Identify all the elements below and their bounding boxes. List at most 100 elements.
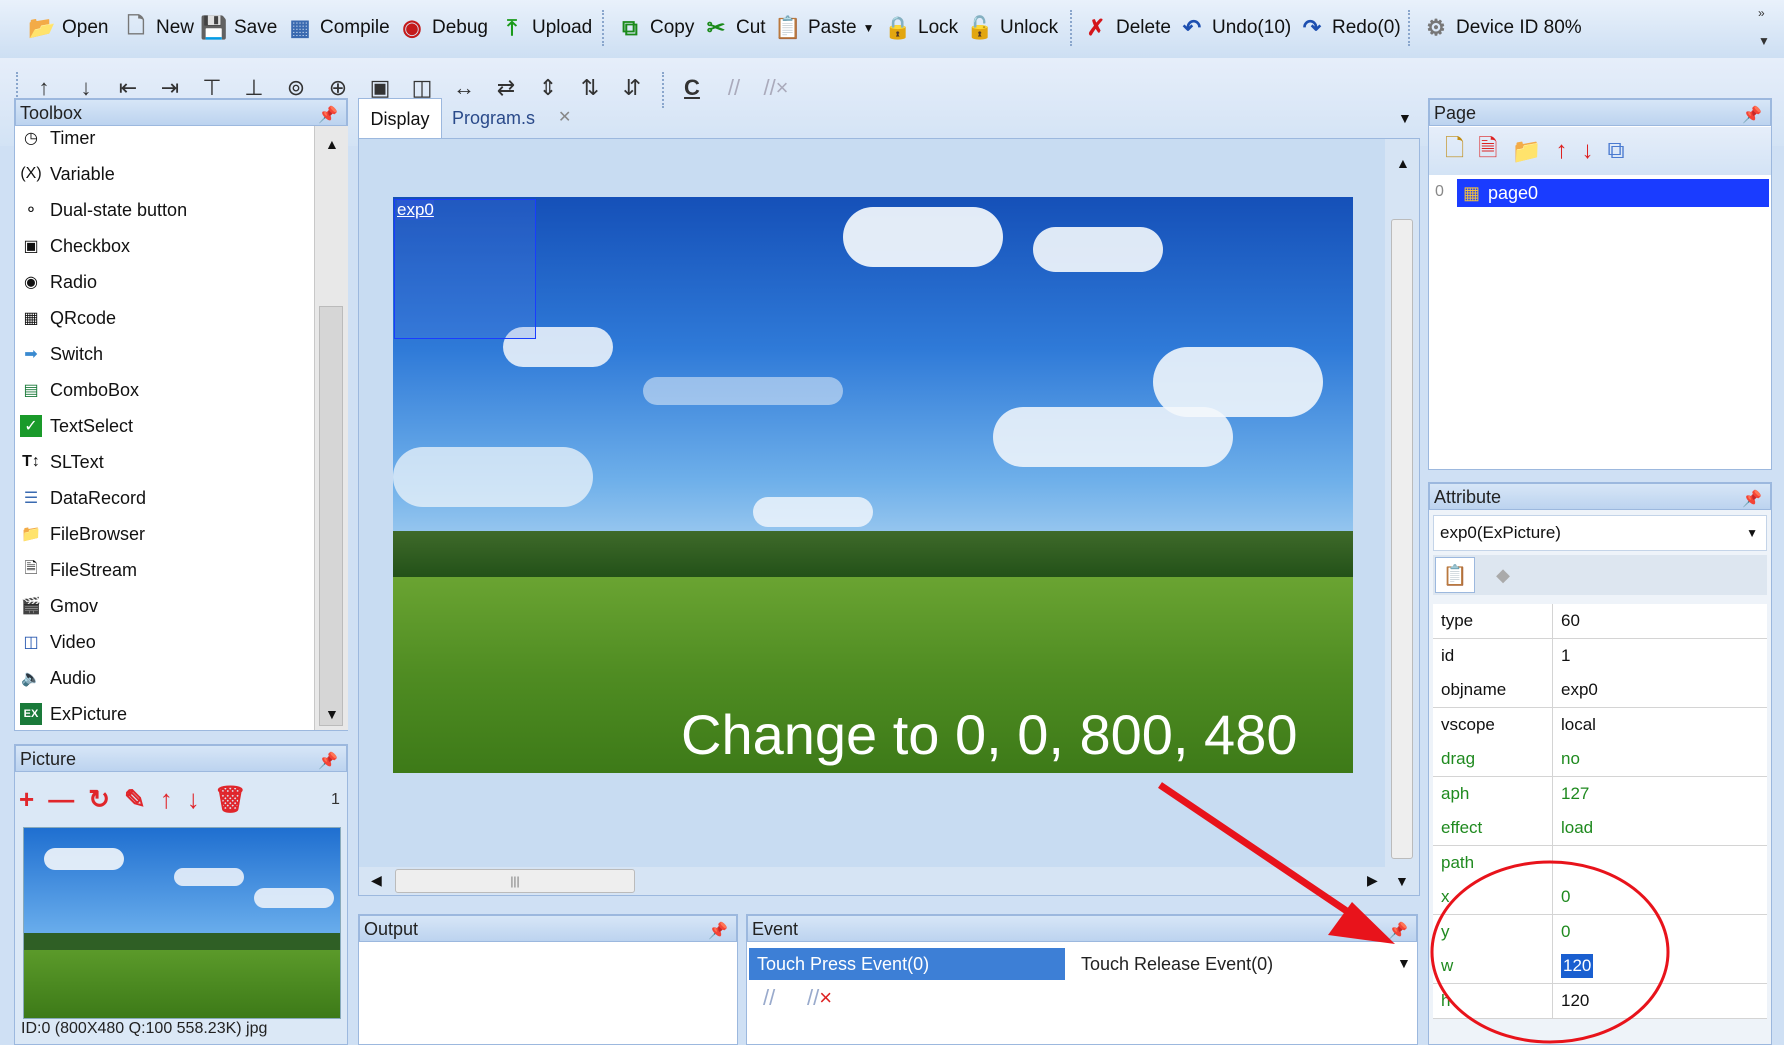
- canvas-hscrollbar[interactable]: ◀ ||| ▶ ▼: [359, 867, 1419, 895]
- paste-button[interactable]: 📋 Paste ▼: [774, 8, 874, 48]
- tab-touch-release[interactable]: Touch Release Event(0): [1073, 948, 1373, 980]
- pin-icon[interactable]: 📌: [708, 918, 728, 945]
- scroll-down-icon[interactable]: ▼: [325, 706, 339, 722]
- toolbox-item-variable[interactable]: (X) Variable: [20, 158, 114, 190]
- edit-icon[interactable]: ✎: [124, 784, 146, 815]
- toolbox-item-radio[interactable]: ◉ Radio: [20, 266, 97, 298]
- scroll-thumb[interactable]: |||: [395, 869, 635, 893]
- toolbox-item-combobox[interactable]: ▤ ComboBox: [20, 374, 139, 406]
- tab-touch-press[interactable]: Touch Press Event(0): [749, 948, 1065, 980]
- attr-value[interactable]: local: [1561, 708, 1596, 742]
- chevron-down-icon[interactable]: ▼: [863, 21, 875, 35]
- uncomment-icon[interactable]: //×: [807, 985, 832, 1011]
- toolbox-item-textselect[interactable]: ✓ TextSelect: [20, 410, 133, 442]
- add-page-icon[interactable]: 🗋: [1445, 131, 1464, 172]
- delete-button[interactable]: ✗ Delete: [1082, 8, 1171, 48]
- attr-row-drag[interactable]: drag no: [1433, 742, 1767, 777]
- upload-button[interactable]: ⤒ Upload: [498, 8, 592, 48]
- attr-row-x[interactable]: x0: [1433, 880, 1767, 915]
- attr-row-id[interactable]: id 1: [1433, 638, 1767, 674]
- toolbox-item-filebrowser[interactable]: 📁 FileBrowser: [20, 518, 145, 550]
- attr-value[interactable]: 127: [1561, 777, 1589, 811]
- attr-value[interactable]: 120: [1561, 984, 1589, 1018]
- attr-row-path[interactable]: path: [1433, 845, 1767, 881]
- page-item[interactable]: ▦ page0: [1457, 179, 1769, 207]
- debug-button[interactable]: ◉ Debug: [398, 8, 488, 48]
- page-down-icon[interactable]: ↓: [1581, 137, 1593, 165]
- attr-row-h[interactable]: h 120: [1433, 983, 1767, 1019]
- properties-icon[interactable]: 📋: [1435, 557, 1475, 593]
- arrow-down-icon[interactable]: ↓: [187, 784, 200, 815]
- attr-row-aph[interactable]: aph 127: [1433, 776, 1767, 812]
- refresh-icon[interactable]: ↻: [88, 784, 110, 815]
- scroll-left-icon[interactable]: ◀: [371, 872, 382, 889]
- tab-menu-chevron-icon[interactable]: ▼: [1398, 110, 1412, 126]
- toolbox-item-audio[interactable]: 🔈 Audio: [20, 662, 96, 694]
- exp0-object[interactable]: exp0: [394, 199, 536, 339]
- display-canvas[interactable]: exp0 Change to 0, 0, 800, 480: [393, 197, 1353, 773]
- attr-row-type[interactable]: type 60: [1433, 604, 1767, 639]
- toolbox-item-checkbox[interactable]: ▣ Checkbox: [20, 230, 130, 262]
- toolbox-item-expicture[interactable]: EX ExPicture: [20, 698, 127, 730]
- attr-row-effect[interactable]: effect load: [1433, 811, 1767, 846]
- copy-page-icon[interactable]: ⧉: [1607, 137, 1624, 165]
- insert-page-icon[interactable]: 📁: [1512, 137, 1542, 166]
- toolbox-item-timer[interactable]: ◷ Timer: [20, 122, 95, 154]
- events-icon[interactable]: ◆: [1483, 557, 1523, 593]
- attr-value[interactable]: 120: [1561, 954, 1594, 978]
- page-up-icon[interactable]: ↑: [1555, 137, 1567, 165]
- pin-icon[interactable]: 📌: [318, 748, 338, 775]
- scroll-down-icon[interactable]: ▼: [1395, 873, 1409, 889]
- remove-icon[interactable]: —: [48, 784, 74, 815]
- pin-icon[interactable]: 📌: [1742, 486, 1762, 513]
- pin-icon[interactable]: 📌: [1742, 102, 1762, 129]
- tab-display[interactable]: Display: [358, 98, 442, 139]
- picture-thumbnail[interactable]: [23, 827, 341, 1019]
- save-button[interactable]: 💾 Save: [200, 8, 277, 48]
- attr-value[interactable]: no: [1561, 742, 1580, 776]
- toolbox-scrollbar[interactable]: ▲ ▼: [314, 126, 348, 730]
- toolbox-item-qrcode[interactable]: ▦ QRcode: [20, 302, 116, 334]
- scroll-up-icon[interactable]: ▲: [325, 136, 339, 152]
- redo-button[interactable]: ↷ Redo(0): [1298, 8, 1401, 48]
- device-id-button[interactable]: ⚙ Device ID 80%: [1422, 8, 1582, 48]
- add-icon[interactable]: +: [19, 784, 34, 815]
- delete-page-icon[interactable]: 🗎: [1478, 131, 1497, 172]
- attr-value[interactable]: load: [1561, 811, 1593, 845]
- attr-row-w[interactable]: w 120: [1433, 949, 1767, 984]
- toolbox-item-dual-state-button[interactable]: ⚬ Dual-state button: [20, 194, 187, 226]
- toolbox-item-gmov[interactable]: 🎬 Gmov: [20, 590, 98, 622]
- canvas-vscrollbar[interactable]: ▲: [1385, 139, 1419, 867]
- toolbox-item-switch[interactable]: ➡ Switch: [20, 338, 103, 370]
- pin-icon[interactable]: 📌: [318, 102, 338, 129]
- open-button[interactable]: 📂 Open: [28, 8, 108, 48]
- unlock-button[interactable]: 🔓 Unlock: [966, 8, 1058, 48]
- undo-button[interactable]: ↶ Undo(10): [1178, 8, 1291, 48]
- cut-button[interactable]: ✂ Cut: [702, 8, 766, 48]
- toolbar-overflow-icon[interactable]: » ▼: [1758, 6, 1770, 48]
- scroll-up-icon[interactable]: ▲: [1396, 155, 1410, 171]
- scroll-right-icon[interactable]: ▶: [1367, 872, 1378, 889]
- new-button[interactable]: 🗋 New: [122, 8, 194, 48]
- attr-value[interactable]: 0: [1561, 880, 1570, 914]
- attr-value[interactable]: 1: [1561, 639, 1570, 673]
- toolbox-item-datarecord[interactable]: ☰ DataRecord: [20, 482, 146, 514]
- object-selector[interactable]: exp0(ExPicture) ▼: [1433, 515, 1767, 551]
- attr-row-objname[interactable]: objname exp0: [1433, 673, 1767, 708]
- pin-icon[interactable]: 📌: [1388, 918, 1408, 945]
- comment-icon[interactable]: //: [763, 985, 775, 1011]
- toolbox-item-sltext[interactable]: T↕ SLText: [20, 446, 104, 478]
- compile-button[interactable]: ▦ Compile: [286, 8, 390, 48]
- copy-button[interactable]: ⧉ Copy: [616, 8, 694, 48]
- close-tab-icon[interactable]: ✕: [558, 98, 571, 138]
- attr-value[interactable]: 60: [1561, 604, 1580, 638]
- scroll-thumb[interactable]: [1391, 219, 1413, 859]
- scroll-thumb[interactable]: [319, 306, 343, 726]
- attr-value[interactable]: 0: [1561, 915, 1570, 949]
- attr-value[interactable]: exp0: [1561, 673, 1598, 707]
- attr-row-y[interactable]: y0: [1433, 914, 1767, 950]
- toolbox-item-video[interactable]: ◫ Video: [20, 626, 95, 658]
- event-tab-chevron-icon[interactable]: ▼: [1397, 955, 1411, 971]
- toolbox-item-filestream[interactable]: 🗎 FileStream: [20, 554, 137, 586]
- attr-row-vscope[interactable]: vscope local: [1433, 707, 1767, 743]
